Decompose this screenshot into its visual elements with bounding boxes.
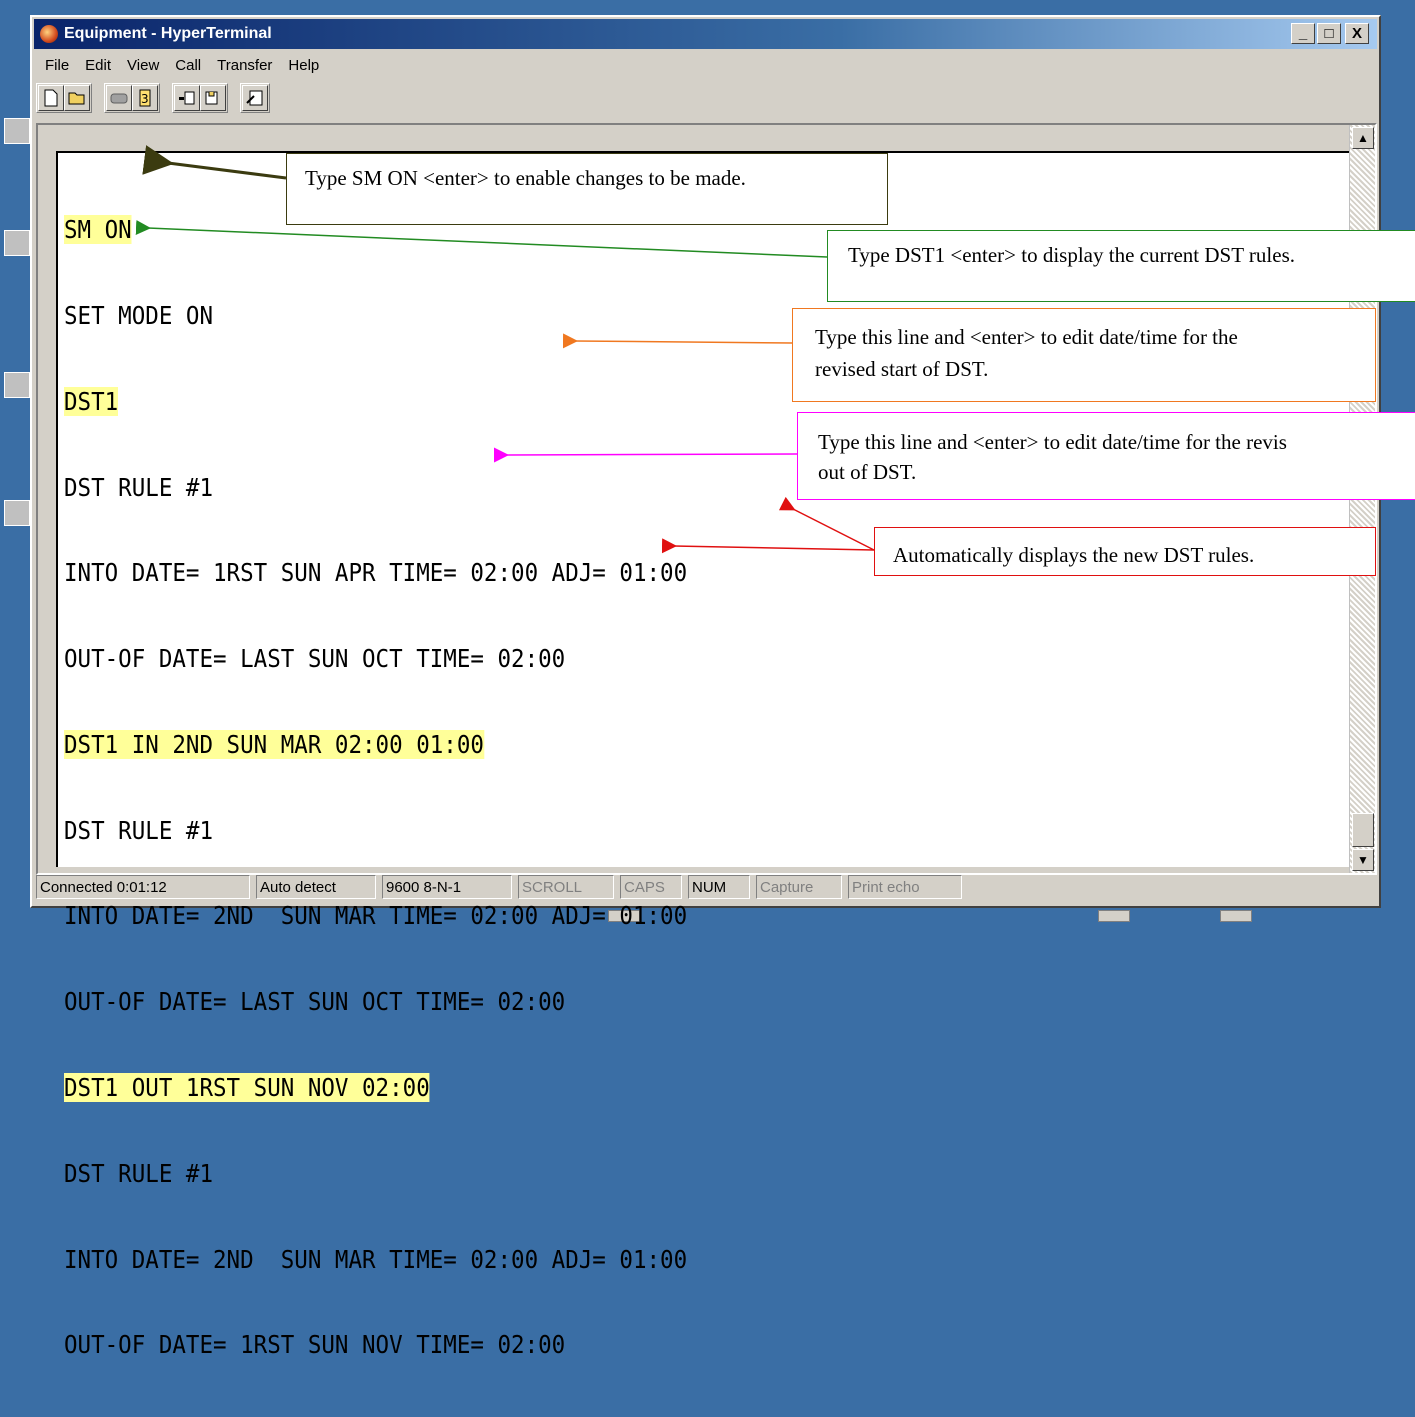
callout-auto: Automatically displays the new DST rules… xyxy=(874,527,1376,576)
desktop-icon[interactable] xyxy=(4,500,30,526)
status-detect: Auto detect xyxy=(256,875,376,899)
terminal-line: DST1 IN 2ND SUN MAR 02:00 01:00 xyxy=(64,729,484,759)
callout-dst-out-text: Type this line and <enter> to edit date/… xyxy=(818,430,1287,454)
receive-icon[interactable] xyxy=(200,85,226,111)
terminal-line: INTO DATE= 2ND SUN MAR TIME= 02:00 ADJ= … xyxy=(64,901,688,931)
status-scroll: SCROLL xyxy=(518,875,614,899)
status-port: 9600 8-N-1 xyxy=(382,875,512,899)
close-button[interactable]: X xyxy=(1345,23,1369,44)
status-print-echo: Print echo xyxy=(848,875,962,899)
maximize-button[interactable]: □ xyxy=(1317,23,1341,44)
terminal-line: INTO DATE= 1RST SUN APR TIME= 02:00 ADJ=… xyxy=(64,558,688,588)
callout-dst-in: Type this line and <enter> to edit date/… xyxy=(792,308,1376,402)
menu-call[interactable]: Call xyxy=(168,57,210,74)
status-num: NUM xyxy=(688,875,750,899)
toolbar: 3 xyxy=(36,81,278,115)
new-icon[interactable] xyxy=(38,85,64,111)
terminal-text: SM ON SET MODE ON DST1 DST RULE #1 INTO … xyxy=(64,159,687,1417)
window-title: Equipment - HyperTerminal xyxy=(64,25,272,42)
terminal-line: DST RULE #1 xyxy=(64,472,214,502)
svg-text:3: 3 xyxy=(141,92,149,106)
properties-icon[interactable] xyxy=(242,85,268,111)
terminal-line: DST1 OUT 1RST SUN NOV 02:00 xyxy=(64,1073,430,1102)
desktop-icon[interactable] xyxy=(4,372,30,398)
desktop-icon[interactable] xyxy=(4,118,30,144)
menu-file[interactable]: File xyxy=(38,57,78,74)
open-icon[interactable] xyxy=(64,85,90,111)
status-bar: Connected 0:01:12 Auto detect 9600 8-N-1… xyxy=(36,873,962,901)
terminal-line: DST RULE #1 xyxy=(64,1158,214,1188)
title-bar[interactable]: Equipment - HyperTerminal _ □ X xyxy=(34,19,1377,49)
hyperterminal-icon[interactable] xyxy=(40,25,58,43)
callout-sm-on: Type SM ON <enter> to enable changes to … xyxy=(286,153,888,225)
menu-view[interactable]: View xyxy=(120,57,168,74)
callout-dst-out-text: out of DST. xyxy=(818,460,917,484)
taskbar-fragment xyxy=(1220,910,1252,922)
menu-edit[interactable]: Edit xyxy=(78,57,120,74)
minimize-button[interactable]: _ xyxy=(1291,23,1315,44)
status-connected: Connected 0:01:12 xyxy=(36,875,250,899)
callout-dst-out: Type this line and <enter> to edit date/… xyxy=(797,412,1415,500)
callout-dst1-text: Type DST1 <enter> to display the current… xyxy=(848,243,1295,267)
menu-transfer[interactable]: Transfer xyxy=(210,57,281,74)
scroll-thumb[interactable] xyxy=(1352,813,1374,847)
send-icon[interactable] xyxy=(174,85,200,111)
terminal-line: INTO DATE= 2ND SUN MAR TIME= 02:00 ADJ= … xyxy=(64,1244,688,1274)
status-capture: Capture xyxy=(756,875,842,899)
terminal-line: DST1 xyxy=(64,386,119,416)
callout-dst-in-text: Type this line and <enter> to edit date/… xyxy=(815,325,1238,349)
menu-help[interactable]: Help xyxy=(281,57,328,74)
callout-dst1: Type DST1 <enter> to display the current… xyxy=(827,230,1415,302)
scroll-down-button[interactable]: ▼ xyxy=(1352,849,1374,871)
terminal-line: DST RULE #1 xyxy=(64,815,214,845)
terminal-line: OUT-OF DATE= LAST SUN OCT TIME= 02:00 xyxy=(64,987,566,1017)
disconnect-icon[interactable]: 3 xyxy=(132,85,158,111)
status-caps: CAPS xyxy=(620,875,682,899)
menu-bar: File Edit View Call Transfer Help xyxy=(38,53,328,77)
callout-dst-in-text: revised start of DST. xyxy=(815,357,989,381)
callout-sm-on-text: Type SM ON <enter> to enable changes to … xyxy=(305,166,746,190)
callout-auto-text: Automatically displays the new DST rules… xyxy=(893,543,1255,567)
terminal-line: OUT-OF DATE= LAST SUN OCT TIME= 02:00 xyxy=(64,644,566,674)
taskbar-fragment xyxy=(1098,910,1130,922)
desktop-icon[interactable] xyxy=(4,230,30,256)
scroll-up-button[interactable]: ▲ xyxy=(1352,127,1374,149)
terminal-line: OUT-OF DATE= 1RST SUN NOV TIME= 02:00 xyxy=(64,1330,566,1360)
terminal-line: SET MODE ON xyxy=(64,300,214,330)
connect-icon[interactable] xyxy=(106,85,132,111)
